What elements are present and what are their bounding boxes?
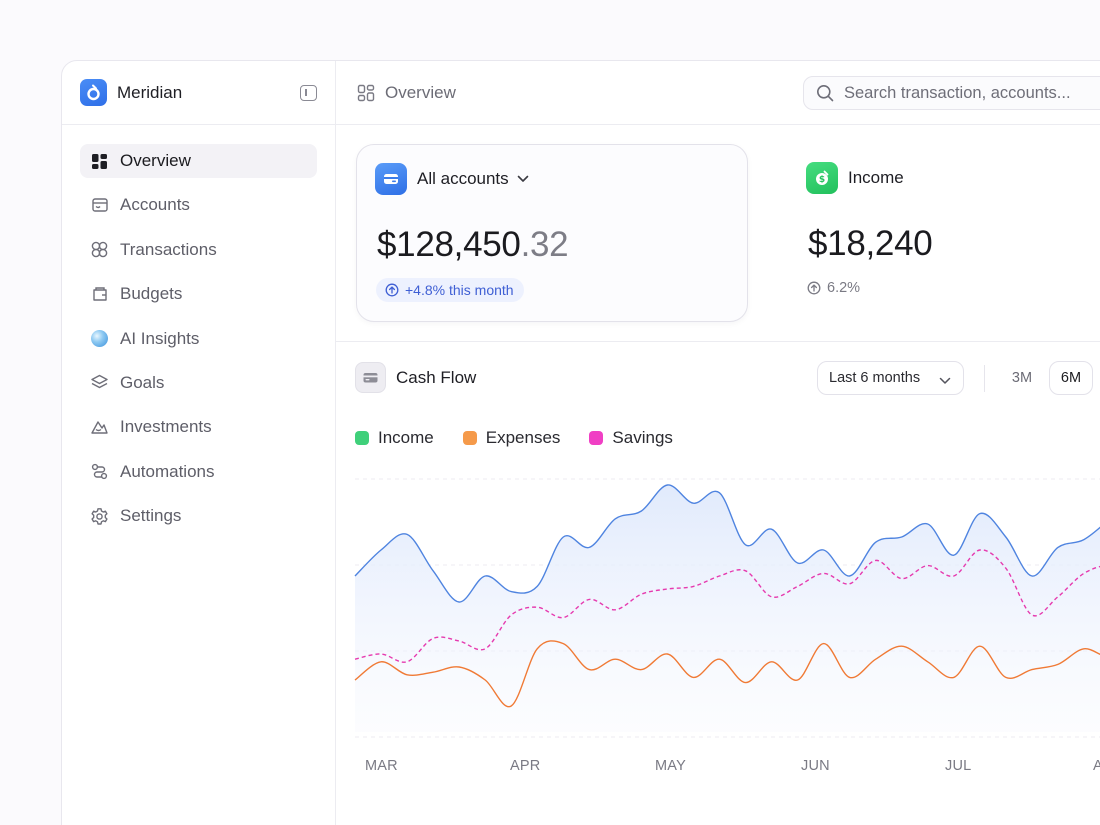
- summary-cards: All accounts $128,450.32 +4.8% this mont…: [336, 125, 1100, 342]
- x-axis-tick-label: A: [1093, 758, 1100, 774]
- automations-icon: [90, 462, 109, 481]
- cash-flow-chart: [354, 478, 1100, 738]
- x-axis-tick-label: MAY: [655, 758, 686, 774]
- income-card-title: Income: [848, 168, 904, 187]
- sidebar-item-label: Goals: [120, 372, 165, 392]
- settings-gear-icon: [90, 507, 109, 526]
- sidebar-item-accounts[interactable]: Accounts: [80, 188, 317, 222]
- sidebar-item-settings[interactable]: Settings: [80, 499, 317, 533]
- arrow-up-circle-icon: [807, 281, 821, 295]
- dashboard-grid-icon: [90, 152, 109, 171]
- series-income-area: [355, 484, 1100, 732]
- cash-flow-panel: Cash Flow Last 6 months 3M 6M Income Exp…: [336, 342, 1100, 825]
- sidebar-item-label: Investments: [120, 417, 212, 437]
- sidebar-item-label: Automations: [120, 461, 215, 481]
- search-input[interactable]: [844, 83, 1100, 103]
- all-accounts-card: All accounts $128,450.32 +4.8% this mont…: [356, 144, 748, 322]
- sidebar-item-ai-insights[interactable]: AI Insights: [80, 322, 317, 356]
- x-axis-tick-label: JUL: [945, 758, 972, 774]
- arrow-up-circle-icon: [385, 283, 399, 297]
- search-bar[interactable]: [803, 76, 1100, 110]
- balance-cents: .32: [520, 225, 569, 264]
- sidebar-item-label: AI Insights: [120, 328, 200, 348]
- goals-layers-icon: [90, 373, 109, 392]
- ai-orb-icon: [90, 329, 109, 348]
- total-balance: $128,450.32: [377, 225, 569, 265]
- income-change: 6.2%: [807, 280, 860, 296]
- breadcrumb-label: Overview: [385, 82, 456, 102]
- sidebar-item-label: Budgets: [120, 284, 183, 304]
- svg-text:$: $: [819, 175, 825, 185]
- accounts-card-title: All accounts: [417, 169, 509, 188]
- x-axis-tick-label: MAR: [365, 758, 398, 774]
- budget-icon: [90, 285, 109, 304]
- accounts-dropdown[interactable]: All accounts: [375, 163, 529, 195]
- sidebar-item-label: Overview: [120, 151, 191, 170]
- investments-icon: [90, 418, 109, 437]
- wallet-icon: [90, 196, 109, 215]
- income-card-header: $ Income: [806, 162, 904, 194]
- brand-header: Meridian: [62, 61, 335, 125]
- x-axis-tick-label: APR: [510, 758, 541, 774]
- sidebar-nav: Overview Accounts Transactions Budgets A…: [62, 125, 335, 533]
- sidebar-item-budgets[interactable]: Budgets: [80, 277, 317, 311]
- top-bar: Overview: [336, 61, 1100, 125]
- sidebar: Meridian Overview Accounts Transactions …: [62, 61, 336, 825]
- sidebar-item-automations[interactable]: Automations: [80, 455, 317, 489]
- main-content: Overview Search transaction, accounts...…: [336, 61, 1100, 825]
- sidebar-item-label: Transactions: [120, 239, 217, 259]
- sidebar-item-investments[interactable]: Investments: [80, 410, 317, 444]
- dashboard-outline-icon: [356, 83, 375, 102]
- app-window: Meridian Overview Accounts Transactions …: [61, 60, 1100, 825]
- balance-change-badge: +4.8% this month: [376, 278, 524, 302]
- income-change-text: 6.2%: [827, 280, 861, 296]
- sidebar-toggle-icon[interactable]: [300, 84, 317, 101]
- card-wallet-icon: [375, 163, 407, 195]
- income-card: $ Income $18,240 6.2%: [806, 144, 1100, 322]
- breadcrumb: Overview: [356, 83, 456, 103]
- sidebar-item-goals[interactable]: Goals: [80, 366, 317, 400]
- balance-change-text: +4.8% this month: [405, 282, 514, 298]
- balance-dollars: $128,450: [377, 225, 521, 264]
- sidebar-item-overview[interactable]: Overview: [80, 144, 317, 178]
- search-icon: [816, 84, 834, 102]
- sidebar-item-label: Settings: [120, 506, 182, 526]
- income-amount: $18,240: [808, 224, 933, 263]
- sidebar-item-transactions[interactable]: Transactions: [80, 233, 317, 267]
- x-axis-tick-label: JUN: [801, 758, 830, 774]
- sidebar-item-label: Accounts: [120, 195, 190, 215]
- money-bag-icon: $: [806, 162, 838, 194]
- chevron-down-icon: [517, 170, 529, 188]
- transactions-icon: [90, 240, 109, 259]
- app-name: Meridian: [117, 82, 183, 102]
- meridian-logo-icon: [80, 79, 107, 106]
